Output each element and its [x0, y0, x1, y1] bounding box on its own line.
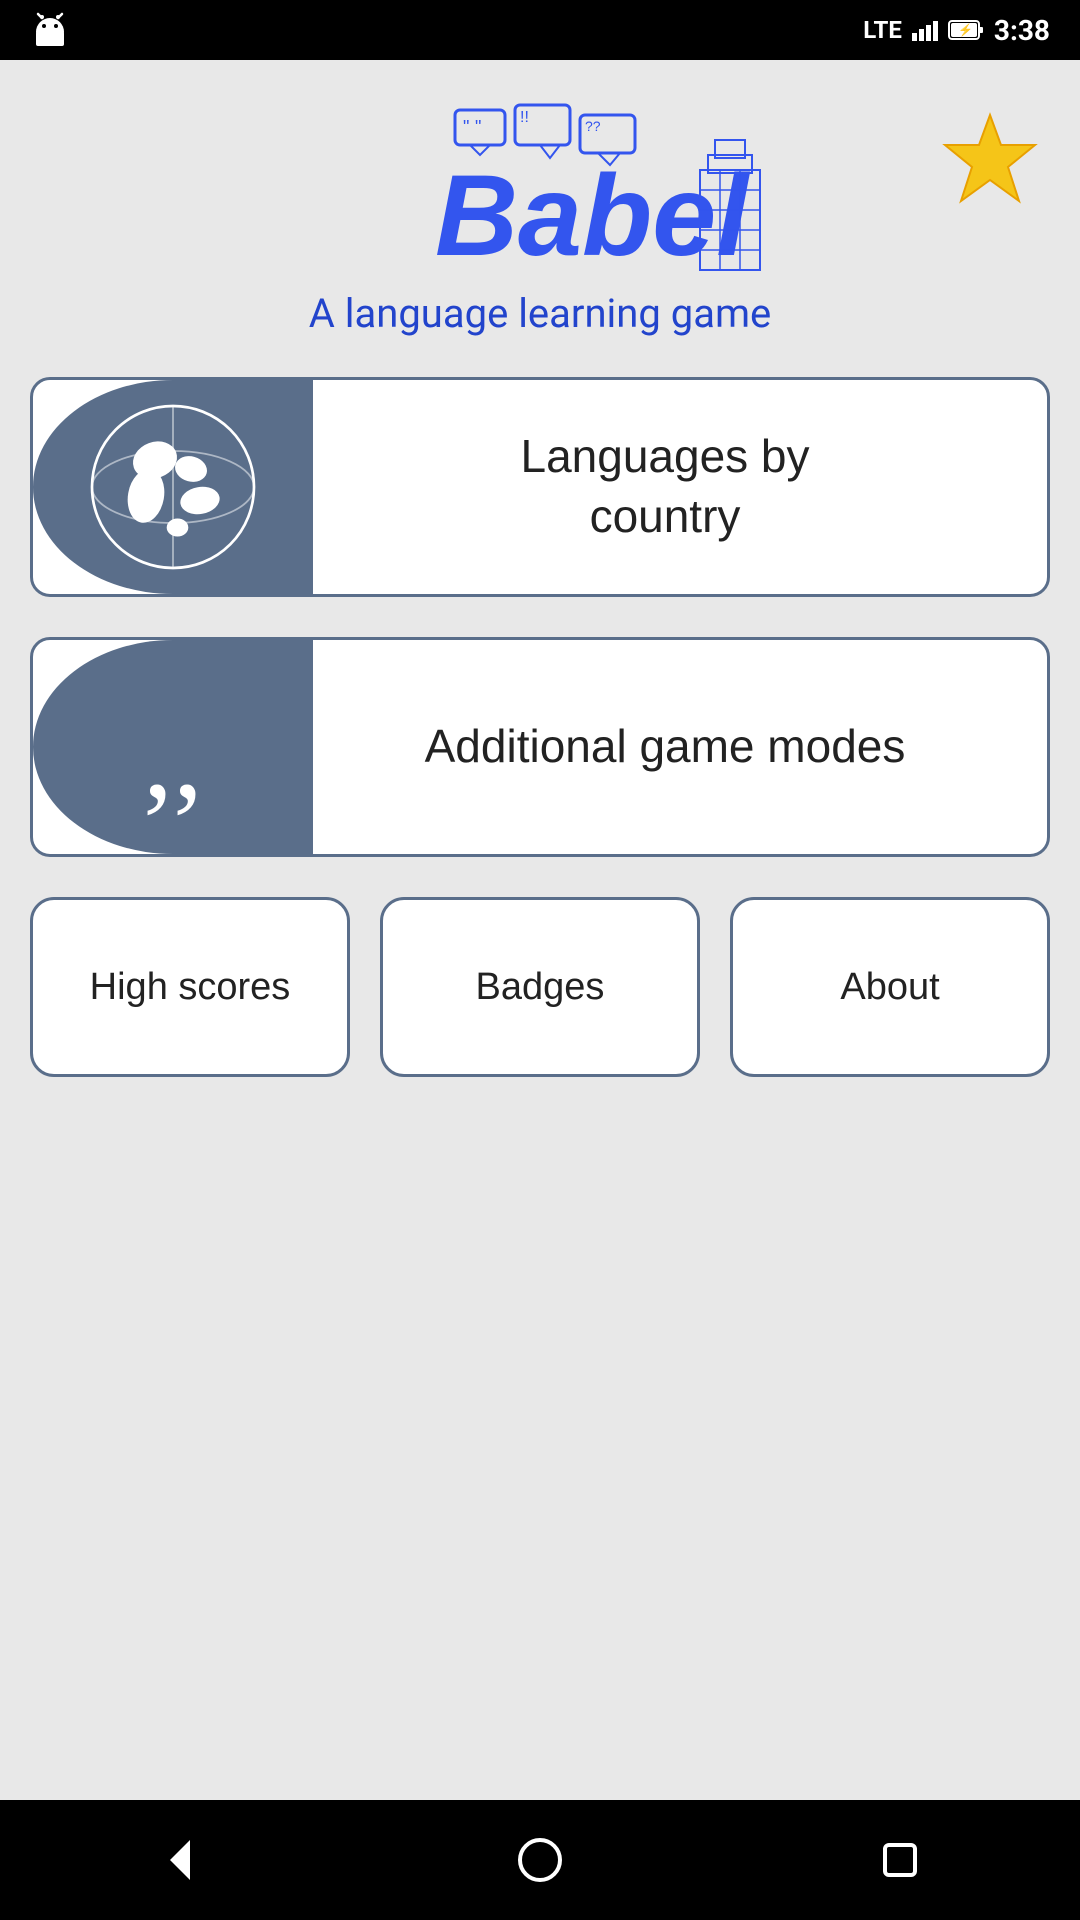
babel-logo: " " !! ?? Babel — [300, 100, 780, 280]
quote-icon-container: ,, — [33, 640, 313, 854]
globe-icon-container — [33, 380, 313, 594]
battery-icon: ⚡ — [948, 18, 984, 42]
recents-icon — [875, 1835, 925, 1885]
additional-game-modes-label: Additional game modes — [283, 640, 1047, 854]
status-bar: LTE ⚡ 3:38 — [0, 0, 1080, 60]
android-icon — [30, 10, 70, 50]
signal-icon — [912, 19, 938, 41]
badges-button[interactable]: Badges — [380, 897, 700, 1077]
recents-button[interactable] — [875, 1835, 925, 1885]
back-button[interactable] — [155, 1835, 205, 1885]
svg-text:Babel: Babel — [435, 152, 750, 280]
languages-by-country-label: Languages bycountry — [283, 380, 1047, 594]
high-scores-label: High scores — [90, 966, 291, 1009]
clock: 3:38 — [994, 14, 1050, 47]
home-button[interactable] — [515, 1835, 565, 1885]
lte-label: LTE — [863, 16, 902, 44]
main-content: " " !! ?? Babel — [0, 60, 1080, 1800]
about-button[interactable]: About — [730, 897, 1050, 1077]
logo-area: " " !! ?? Babel — [300, 100, 780, 337]
svg-text:??: ?? — [585, 118, 601, 134]
svg-text:⚡: ⚡ — [958, 23, 973, 37]
favorites-button[interactable] — [930, 100, 1050, 223]
about-label: About — [840, 966, 939, 1009]
svg-text:!!: !! — [520, 109, 529, 126]
globe-icon — [83, 397, 263, 577]
app-subtitle: A language learning game — [309, 290, 772, 337]
nav-bar — [0, 1800, 1080, 1920]
status-bar-left — [30, 10, 70, 50]
header: " " !! ?? Babel — [30, 100, 1050, 337]
star-icon — [940, 110, 1040, 210]
additional-game-modes-button[interactable]: ,, Additional game modes — [30, 637, 1050, 857]
languages-by-country-button[interactable]: Languages bycountry — [30, 377, 1050, 597]
badges-label: Badges — [476, 966, 605, 1009]
svg-text:": " — [463, 117, 469, 137]
svg-text:": " — [475, 117, 481, 137]
back-icon — [155, 1835, 205, 1885]
status-bar-right: LTE ⚡ 3:38 — [863, 14, 1050, 47]
bottom-buttons: High scores Badges About — [30, 897, 1050, 1077]
home-icon — [515, 1835, 565, 1885]
game-mode-buttons: Languages bycountry ,, Additional game m… — [30, 377, 1050, 857]
high-scores-button[interactable]: High scores — [30, 897, 350, 1077]
quote-icon: ,, — [143, 709, 203, 805]
